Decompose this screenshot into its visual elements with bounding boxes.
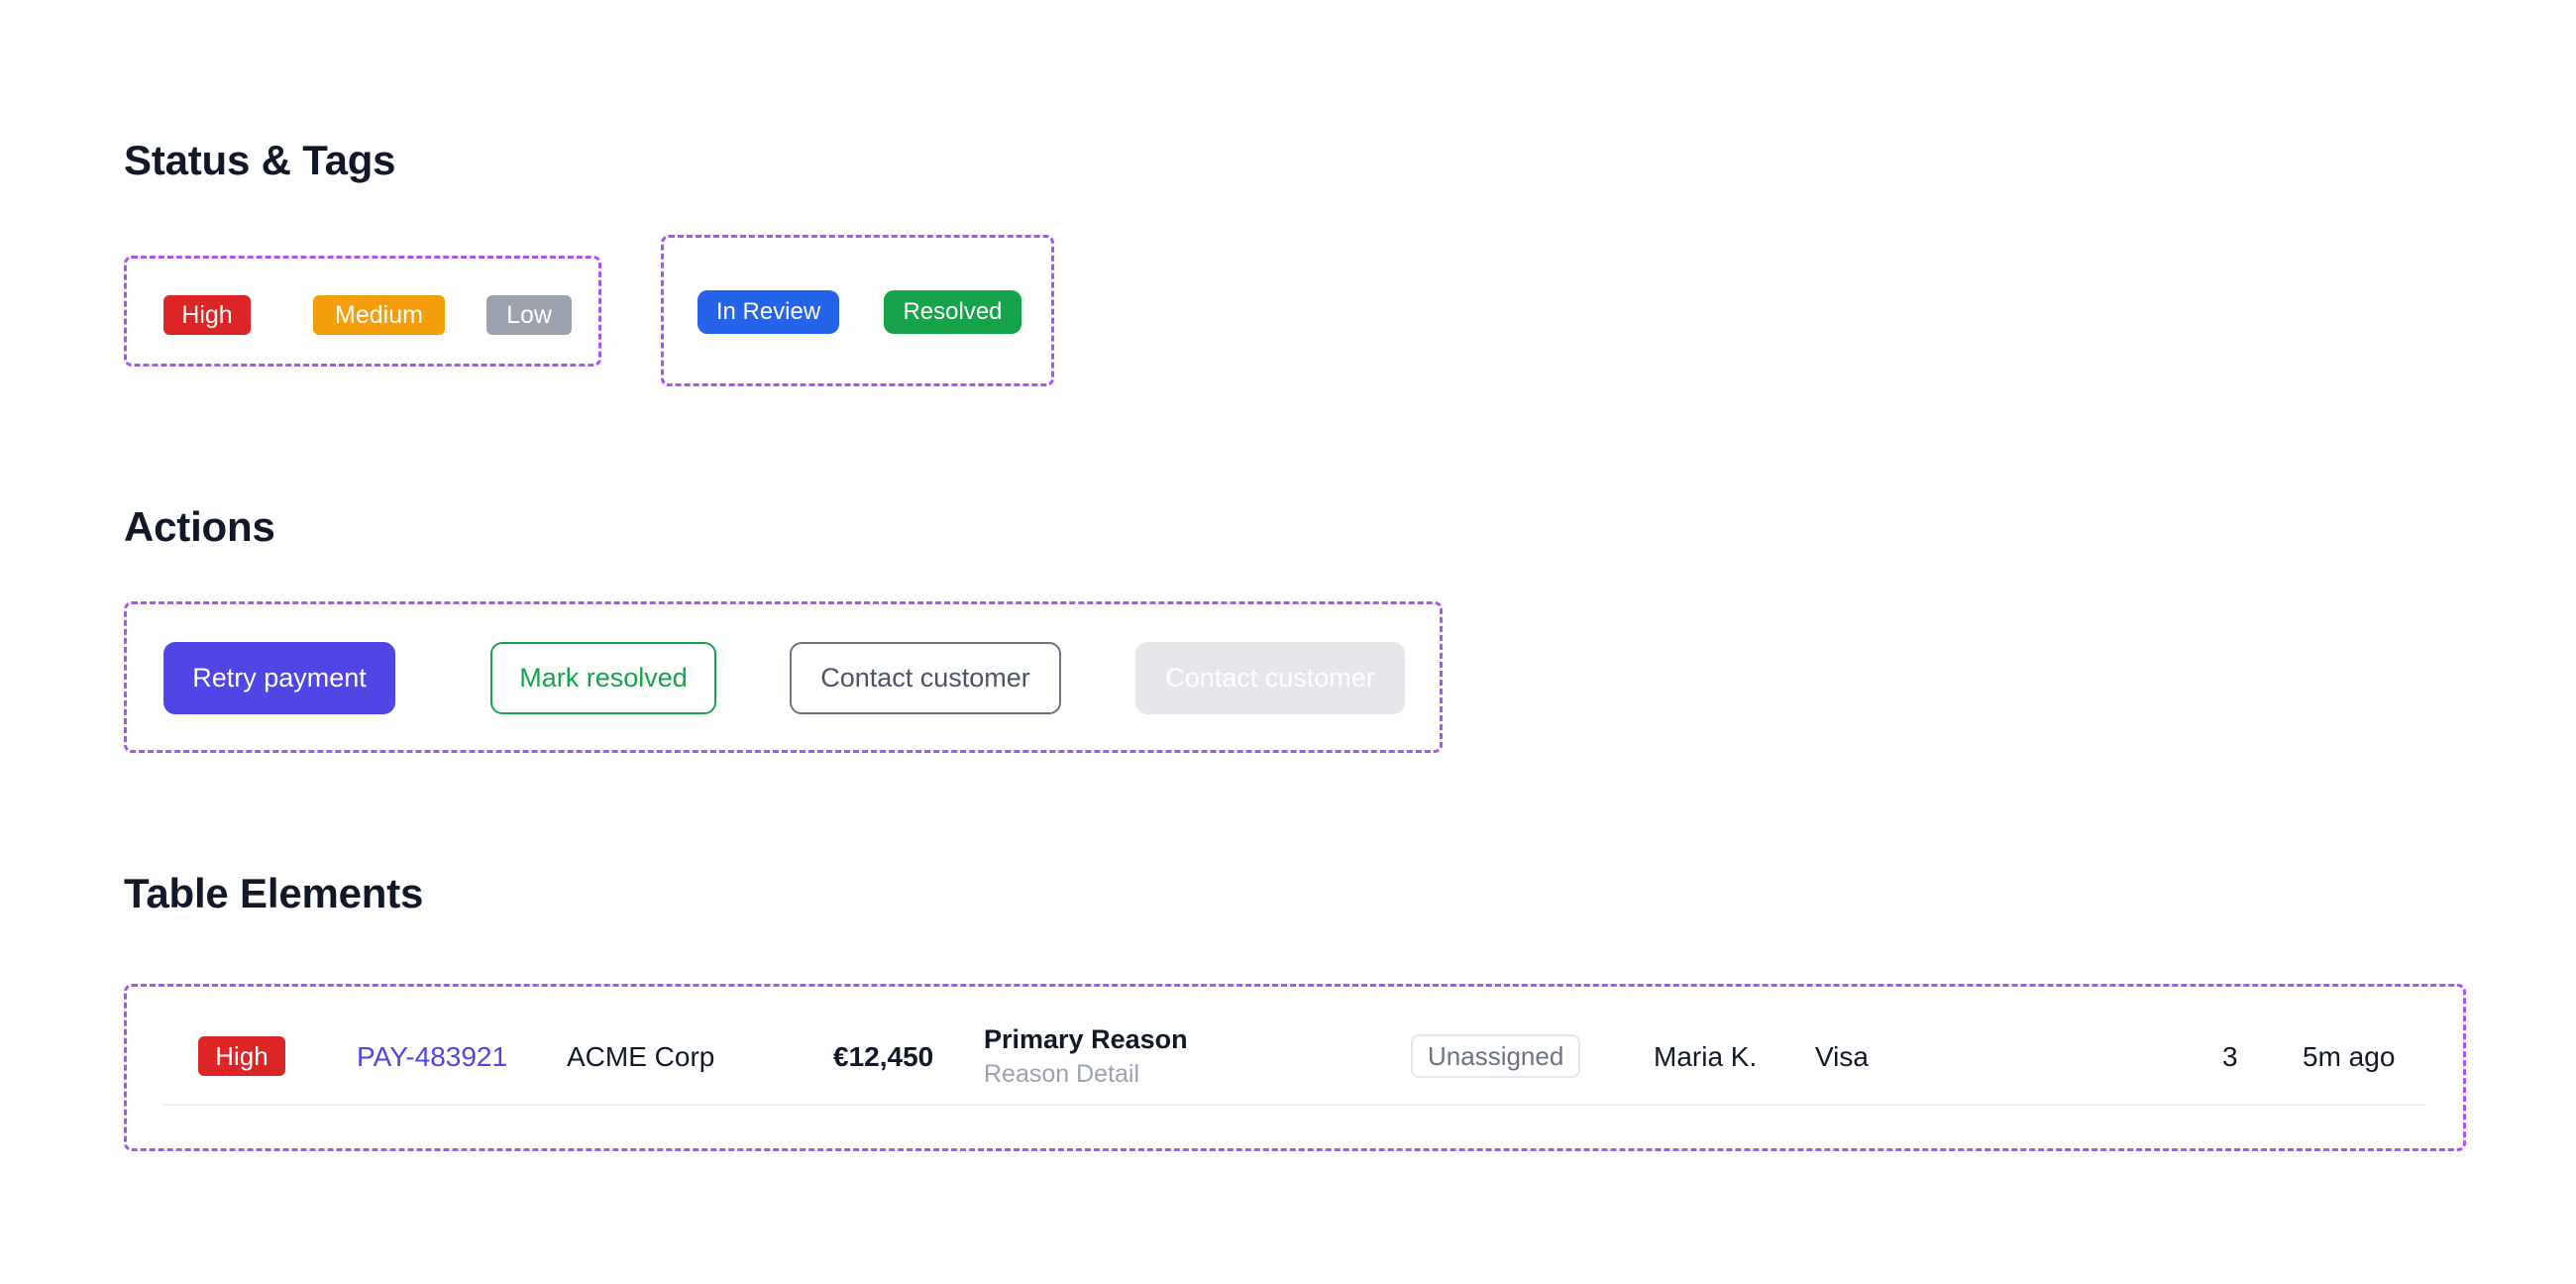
status-tag-in-review: In Review	[698, 290, 839, 334]
section-title-table-elements: Table Elements	[124, 870, 424, 916]
mark-resolved-button[interactable]: Mark resolved	[490, 642, 716, 714]
payment-id-link[interactable]: PAY-483921	[357, 1041, 507, 1073]
card-type: Visa	[1815, 1041, 1869, 1072]
table-elements-group: High PAY-483921 ACME Corp €12,450 Primar…	[124, 984, 2466, 1151]
priority-tag-high: High	[163, 295, 251, 335]
priority-tag-medium: Medium	[313, 295, 445, 335]
priority-tag-low: Low	[486, 295, 572, 335]
reason-primary: Primary Reason	[984, 1024, 1188, 1054]
retry-payment-button[interactable]: Retry payment	[163, 642, 395, 714]
status-tags-group: In Review Resolved	[661, 235, 1054, 386]
section-title-actions: Actions	[124, 503, 275, 550]
status-tag-resolved: Resolved	[884, 290, 1021, 334]
assignee-badge: Unassigned	[1411, 1034, 1581, 1078]
amount-value: €12,450	[833, 1041, 934, 1072]
attempts-count: 3	[2222, 1041, 2238, 1072]
actions-group: Retry payment Mark resolved Contact cust…	[124, 601, 1443, 753]
customer-name: ACME Corp	[567, 1041, 715, 1072]
agent-name: Maria K.	[1654, 1041, 1758, 1072]
time-ago: 5m ago	[2303, 1041, 2396, 1072]
contact-customer-button[interactable]: Contact customer	[790, 642, 1061, 714]
section-title-status-tags: Status & Tags	[124, 137, 396, 183]
table-row[interactable]: High PAY-483921 ACME Corp €12,450 Primar…	[163, 1016, 2425, 1106]
row-priority-tag: High	[198, 1036, 285, 1076]
reason-detail: Reason Detail	[984, 1060, 1140, 1088]
contact-customer-button-disabled: Contact customer	[1135, 642, 1405, 714]
priority-tags-group: High Medium Low	[124, 256, 601, 367]
